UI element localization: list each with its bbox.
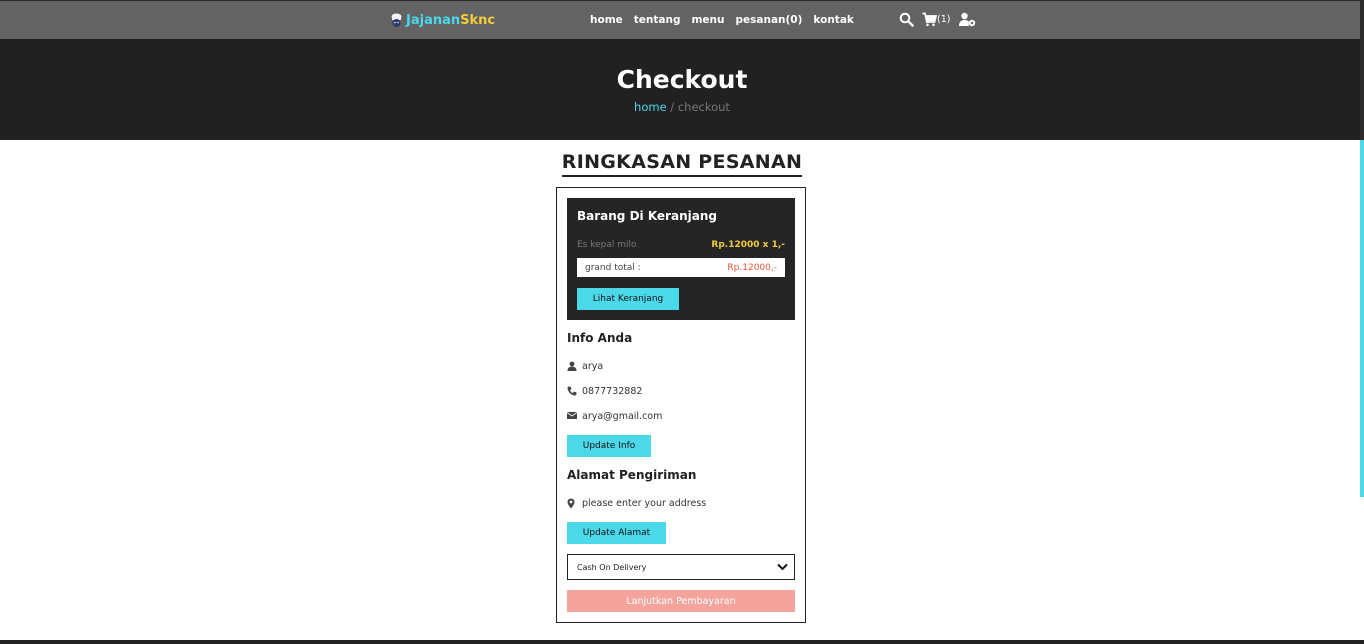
user-cog-icon xyxy=(959,12,976,27)
update-address-button[interactable]: Update Alamat xyxy=(567,522,666,544)
user-icon xyxy=(567,361,578,372)
page-title: Checkout xyxy=(616,65,748,94)
user-phone: 0877732882 xyxy=(582,386,643,397)
shopping-cart-icon xyxy=(922,12,937,27)
address-section-title: Alamat Pengiriman xyxy=(567,468,697,482)
scrollbar-track-top xyxy=(1360,0,1364,140)
order-summary-card: Barang Di Keranjang Es kepal milo Rp.120… xyxy=(556,187,806,623)
search-icon xyxy=(899,12,914,27)
cart-count-badge: (1) xyxy=(937,14,951,25)
grand-total-label: grand total : xyxy=(585,262,641,273)
payment-method-select[interactable]: Cash On Delivery xyxy=(567,554,795,580)
info-section-title: Info Anda xyxy=(567,331,633,345)
brand-name-part2: Sknc xyxy=(460,12,496,28)
user-name: arya xyxy=(582,361,604,372)
search-button[interactable] xyxy=(899,12,914,27)
breadcrumb-home-link[interactable]: home xyxy=(634,100,667,114)
cart-item-price: Rp.12000 x 1,- xyxy=(711,240,785,250)
brand-name-part1: Jajanan xyxy=(406,12,461,28)
nav-menu[interactable]: menu xyxy=(691,14,724,26)
breadcrumb-current: checkout xyxy=(677,100,730,114)
grand-total-value: Rp.12000,- xyxy=(727,262,777,273)
address-line: please enter your address xyxy=(567,498,706,509)
order-summary-heading: RINGKASAN PESANAN xyxy=(561,151,803,177)
user-email: arya@gmail.com xyxy=(582,411,663,422)
cart-button[interactable]: (1) xyxy=(922,12,950,27)
user-phone-line: 0877732882 xyxy=(567,386,642,397)
chevron-down-icon xyxy=(777,563,788,571)
continue-payment-button[interactable]: Lanjutkan Pembayaran xyxy=(567,590,795,612)
nav-tentang[interactable]: tentang xyxy=(634,14,681,26)
header-tools: (1) xyxy=(899,12,976,27)
nav-home[interactable]: home xyxy=(590,14,623,26)
user-settings-button[interactable] xyxy=(959,12,976,27)
view-cart-button[interactable]: Lihat Keranjang xyxy=(577,288,679,310)
cart-item-name: Es kepal milo xyxy=(577,240,637,250)
navbar: JajananSknc home tentang menu pesanan(0)… xyxy=(0,0,1364,39)
cart-summary-box: Barang Di Keranjang Es kepal milo Rp.120… xyxy=(567,198,795,320)
nav-pesanan[interactable]: pesanan(0) xyxy=(736,14,803,26)
payment-method-value: Cash On Delivery xyxy=(577,562,647,572)
grand-total-row: grand total : Rp.12000,- xyxy=(577,258,785,277)
page-header-banner: Checkout home / checkout xyxy=(0,39,1364,140)
user-name-line: arya xyxy=(567,361,603,372)
cart-summary-title: Barang Di Keranjang xyxy=(577,209,717,223)
map-marker-icon xyxy=(567,498,578,509)
brand-logo[interactable]: JajananSknc xyxy=(390,10,495,30)
main-nav: home tentang menu pesanan(0) kontak xyxy=(590,14,854,26)
footer-edge xyxy=(0,640,1364,644)
breadcrumb: home / checkout xyxy=(0,100,1364,114)
breadcrumb-separator: / xyxy=(666,100,678,114)
update-info-button[interactable]: Update Info xyxy=(567,435,651,457)
address-value: please enter your address xyxy=(582,498,707,509)
phone-icon xyxy=(567,386,578,397)
chef-logo-icon xyxy=(391,13,402,27)
nav-kontak[interactable]: kontak xyxy=(813,14,853,26)
cart-item-row: Es kepal milo Rp.12000 x 1,- xyxy=(577,240,785,250)
user-email-line: arya@gmail.com xyxy=(567,411,662,422)
envelope-icon xyxy=(567,411,578,422)
section-title: RINGKASAN PESANAN xyxy=(0,151,1364,177)
